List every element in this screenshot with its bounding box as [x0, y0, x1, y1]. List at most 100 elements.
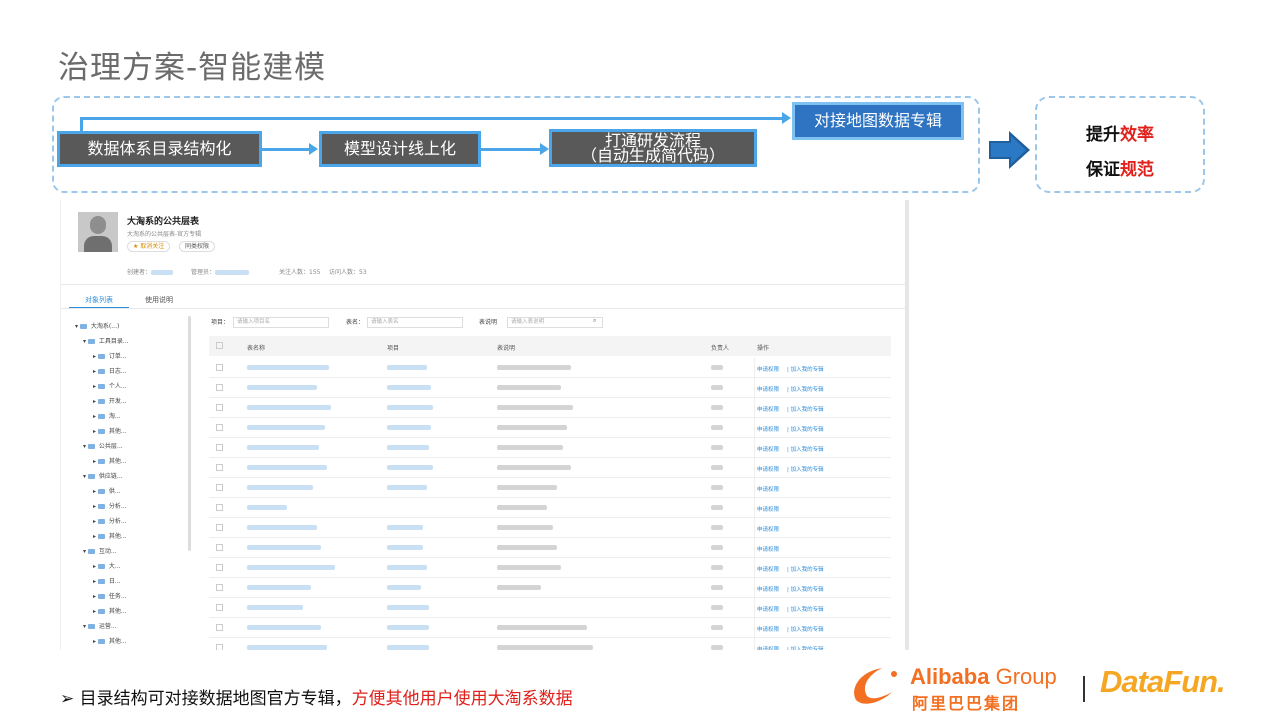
tree-item[interactable]: ▸ 其他... — [93, 531, 127, 540]
tree-item[interactable]: ▸ 订单... — [93, 351, 127, 360]
row-action-apply[interactable]: 申请权限 — [757, 605, 779, 613]
row-table-name[interactable] — [247, 585, 311, 591]
row-checkbox[interactable] — [216, 364, 223, 371]
row-action-apply[interactable]: 申请权限 — [757, 585, 779, 593]
tree-item[interactable]: ▾ 运营... — [83, 621, 117, 630]
row-project[interactable] — [387, 405, 433, 411]
row-table-name[interactable] — [247, 605, 303, 611]
tree-item[interactable]: ▾ 公共层... — [83, 441, 123, 450]
row-action-add[interactable]: | 加入我的专辑 — [787, 445, 824, 453]
tree-item[interactable]: ▸ 个人... — [93, 381, 127, 390]
row-action-apply[interactable]: 申请权限 — [757, 365, 779, 373]
row-project[interactable] — [387, 545, 423, 551]
row-checkbox[interactable] — [216, 624, 223, 631]
row-action-add[interactable]: | 加入我的专辑 — [787, 645, 824, 650]
tree-item[interactable]: ▾ 互动... — [83, 546, 117, 555]
row-action-apply[interactable]: 申请权限 — [757, 485, 779, 493]
filter-project-input[interactable]: 请输入项目名 — [233, 317, 329, 328]
row-project[interactable] — [387, 605, 429, 611]
row-table-name[interactable] — [247, 645, 327, 650]
filter-table-input[interactable]: 请输入表名 — [367, 317, 463, 328]
tree-item[interactable]: ▸ 日志... — [93, 366, 127, 375]
row-table-name[interactable] — [247, 385, 317, 391]
tree-item[interactable]: ▸ 其他... — [93, 426, 127, 435]
tree-item[interactable]: ▸ 任务... — [93, 591, 127, 600]
row-table-name[interactable] — [247, 525, 317, 531]
row-checkbox[interactable] — [216, 464, 223, 471]
tree-item[interactable]: ▸ 日... — [93, 576, 121, 585]
unfollow-button[interactable]: ★ 取消关注 — [127, 241, 171, 252]
row-checkbox[interactable] — [216, 384, 223, 391]
row-action-apply[interactable]: 申请权限 — [757, 425, 779, 433]
row-table-name[interactable] — [247, 545, 321, 551]
row-action-add[interactable]: | 加入我的专辑 — [787, 605, 824, 613]
row-action-add[interactable]: | 加入我的专辑 — [787, 565, 824, 573]
row-action-add[interactable]: | 加入我的专辑 — [787, 625, 824, 633]
row-table-name[interactable] — [247, 365, 329, 371]
row-project[interactable] — [387, 645, 429, 650]
screenshot-scrollbar[interactable] — [905, 200, 909, 650]
row-action-apply[interactable]: 申请权限 — [757, 405, 779, 413]
tree-item[interactable]: ▸ 开发... — [93, 396, 127, 405]
row-project[interactable] — [387, 485, 427, 491]
filter-desc-input[interactable]: 请输入表说明 — [507, 317, 603, 328]
row-checkbox[interactable] — [216, 544, 223, 551]
row-checkbox[interactable] — [216, 484, 223, 491]
row-project[interactable] — [387, 525, 423, 531]
tree-item[interactable]: ▸ 分析... — [93, 516, 127, 525]
row-project[interactable] — [387, 585, 421, 591]
row-action-apply[interactable]: 申请权限 — [757, 505, 779, 513]
row-action-add[interactable]: | 加入我的专辑 — [787, 405, 824, 413]
row-action-apply[interactable]: 申请权限 — [757, 525, 779, 533]
row-project[interactable] — [387, 565, 427, 571]
row-checkbox[interactable] — [216, 424, 223, 431]
tree-item[interactable]: ▸ 供... — [93, 486, 121, 495]
row-project[interactable] — [387, 425, 431, 431]
row-action-apply[interactable]: 申请权限 — [757, 445, 779, 453]
row-checkbox[interactable] — [216, 524, 223, 531]
row-checkbox[interactable] — [216, 404, 223, 411]
row-table-name[interactable] — [247, 405, 331, 411]
tree-item[interactable]: ▸ 其他... — [93, 636, 127, 645]
row-project[interactable] — [387, 445, 429, 451]
tree-item[interactable]: ▸ 大... — [93, 561, 121, 570]
row-project[interactable] — [387, 465, 433, 471]
tree-scrollbar[interactable] — [188, 316, 191, 551]
tree-item[interactable]: ▸ 其他... — [93, 606, 127, 615]
select-all-checkbox[interactable] — [216, 342, 223, 349]
row-checkbox[interactable] — [216, 584, 223, 591]
tree-item[interactable]: ▸ 其他... — [93, 456, 127, 465]
row-table-name[interactable] — [247, 465, 327, 471]
row-checkbox[interactable] — [216, 444, 223, 451]
tab-objects[interactable]: 对象列表 — [85, 295, 113, 305]
row-table-name[interactable] — [247, 505, 287, 511]
row-table-name[interactable] — [247, 565, 335, 571]
tree-item[interactable]: ▸ 分析... — [93, 501, 127, 510]
row-table-name[interactable] — [247, 445, 319, 451]
tab-usage[interactable]: 使用说明 — [145, 295, 173, 305]
tree-item[interactable]: ▸ 淘... — [93, 411, 121, 420]
row-table-name[interactable] — [247, 425, 325, 431]
row-table-name[interactable] — [247, 485, 313, 491]
row-project[interactable] — [387, 365, 427, 371]
share-button[interactable]: 同类权限 — [179, 241, 216, 252]
row-checkbox[interactable] — [216, 604, 223, 611]
row-action-apply[interactable]: 申请权限 — [757, 565, 779, 573]
tree-item[interactable]: ▾ 工具目录... — [83, 336, 129, 345]
row-action-apply[interactable]: 申请权限 — [757, 545, 779, 553]
row-action-add[interactable]: | 加入我的专辑 — [787, 465, 824, 473]
row-table-name[interactable] — [247, 625, 321, 631]
row-action-apply[interactable]: 申请权限 — [757, 625, 779, 633]
row-action-add[interactable]: | 加入我的专辑 — [787, 585, 824, 593]
row-action-add[interactable]: | 加入我的专辑 — [787, 385, 824, 393]
row-checkbox[interactable] — [216, 504, 223, 511]
tree-item[interactable]: ▾ 供应链... — [83, 471, 123, 480]
row-action-apply[interactable]: 申请权限 — [757, 465, 779, 473]
row-action-apply[interactable]: 申请权限 — [757, 645, 779, 650]
row-action-add[interactable]: | 加入我的专辑 — [787, 425, 824, 433]
row-checkbox[interactable] — [216, 644, 223, 650]
row-project[interactable] — [387, 625, 429, 631]
search-icon[interactable]: ⌕ — [593, 317, 596, 325]
row-checkbox[interactable] — [216, 564, 223, 571]
row-action-apply[interactable]: 申请权限 — [757, 385, 779, 393]
